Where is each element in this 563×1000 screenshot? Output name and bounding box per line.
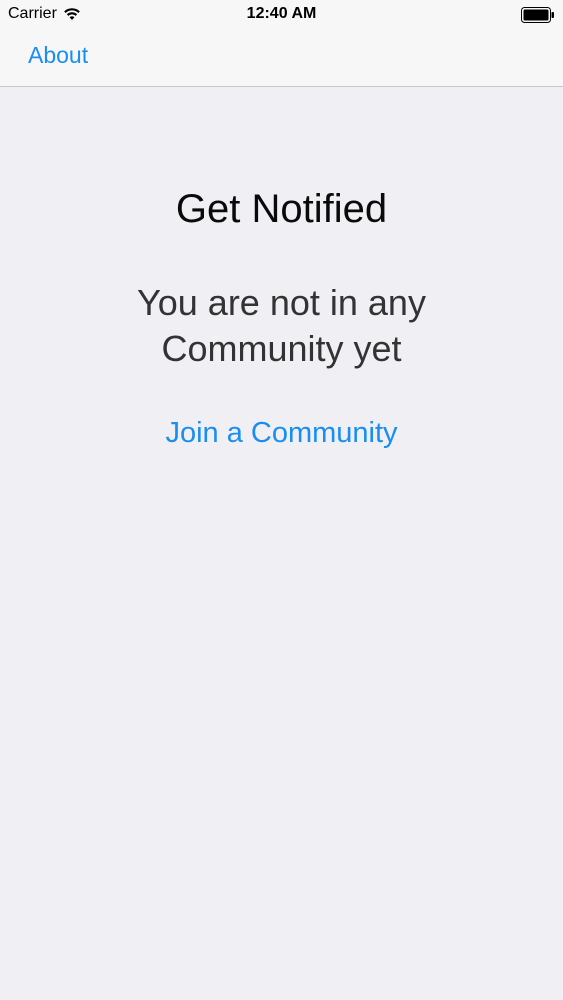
empty-state-line-1: You are not in any: [137, 282, 426, 323]
status-time: 12:40 AM: [246, 5, 317, 22]
join-community-button[interactable]: Join a Community: [0, 417, 563, 450]
app-screen: Carrier 12:40 AM About Get Notified You …: [0, 0, 563, 1000]
about-button[interactable]: About: [28, 42, 88, 69]
empty-state-message: You are not in any Community yet: [0, 280, 563, 372]
navigation-bar: Carrier 12:40 AM About: [0, 0, 563, 87]
page-title: Get Notified: [175, 187, 388, 231]
status-bar: Carrier 12:40 AM: [0, 0, 563, 30]
empty-state-line-2: Community yet: [161, 328, 402, 369]
battery-icon: [521, 7, 555, 23]
